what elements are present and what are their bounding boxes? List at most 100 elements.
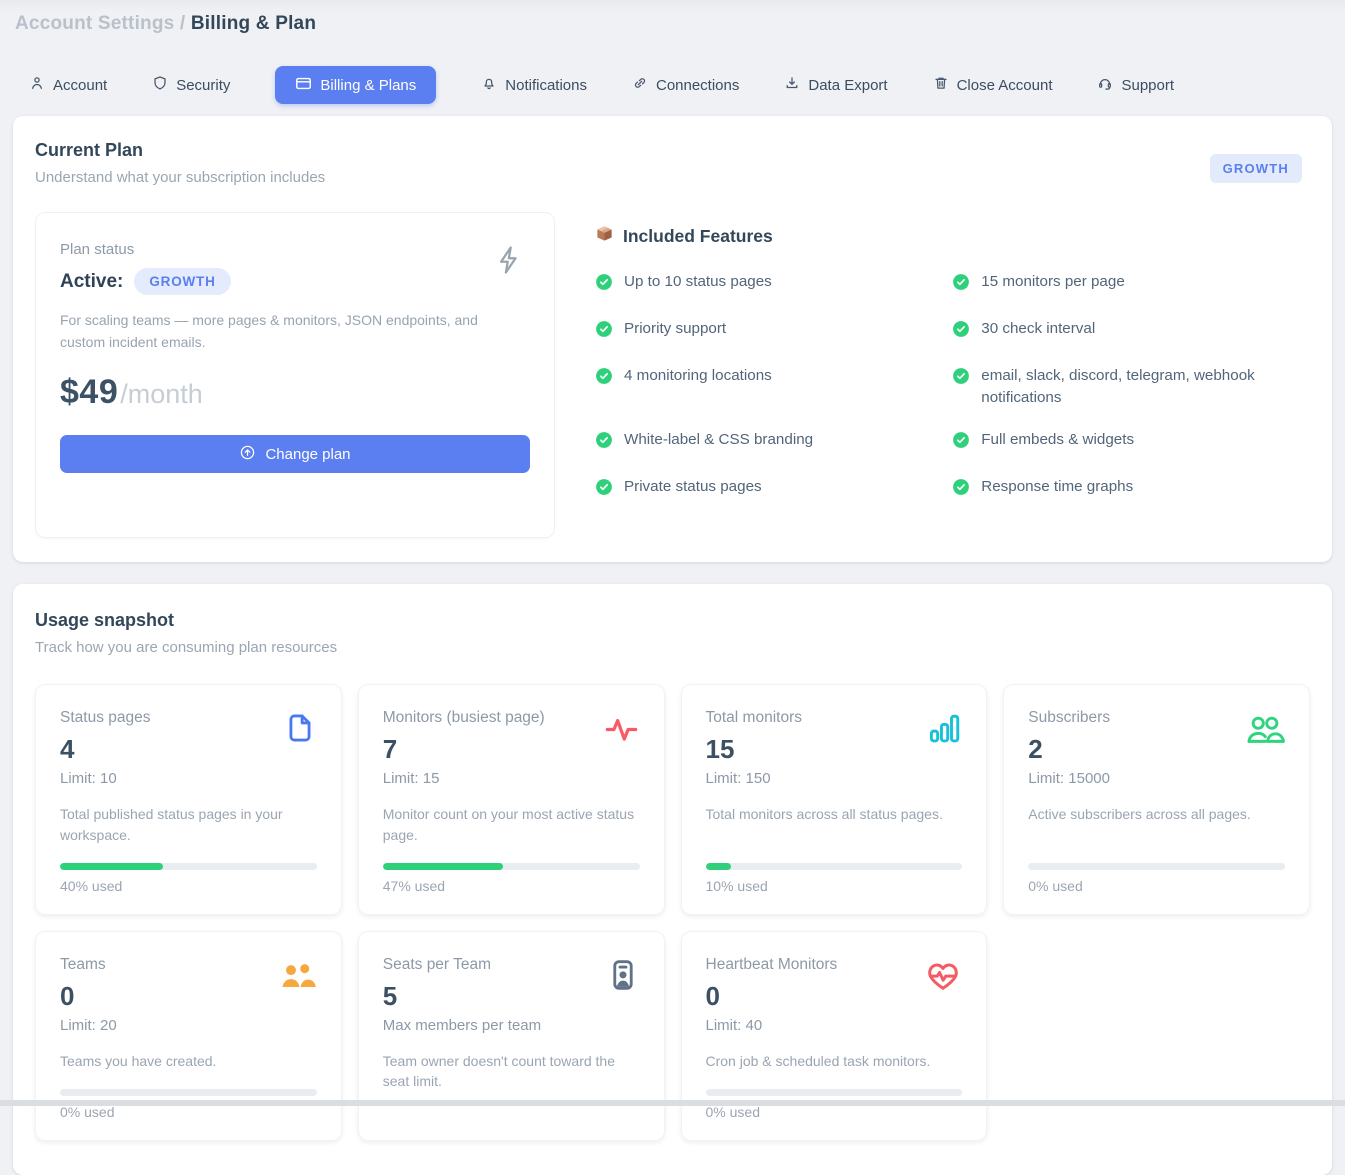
person-icon	[29, 75, 45, 95]
usage-percent-label: 0% used	[1028, 878, 1285, 894]
tab-connections[interactable]: Connections	[632, 75, 739, 95]
usage-label: Subscribers	[1028, 709, 1110, 727]
usage-grid: Status pages 4 Limit: 10 Total published…	[35, 684, 1310, 1141]
usage-description: Total published status pages in your wor…	[60, 804, 317, 845]
usage-percent-label: 40% used	[60, 878, 317, 894]
heart-pulse-icon	[924, 958, 962, 999]
usage-value: 2	[1028, 734, 1110, 765]
tab-billing-plans[interactable]: Billing & Plans	[275, 66, 436, 104]
usage-limit: Limit: 15	[383, 770, 545, 787]
feature-label: Up to 10 status pages	[624, 271, 772, 294]
breadcrumb-account-settings[interactable]: Account Settings /	[15, 13, 185, 34]
progress-track	[383, 863, 640, 870]
usage-label: Seats per Team	[383, 956, 541, 974]
current-plan-subtitle: Understand what your subscription includ…	[35, 169, 325, 186]
bar-chart-icon	[927, 711, 962, 751]
usage-card-subscribers: Subscribers 2 Limit: 15000 Active subscr…	[1003, 684, 1310, 915]
plan-status-badge: GROWTH	[134, 268, 230, 295]
change-plan-button[interactable]: Change plan	[60, 435, 530, 473]
page-title: Billing & Plan	[191, 13, 316, 34]
check-circle-icon	[952, 273, 970, 299]
credit-card-icon	[295, 75, 312, 96]
usage-title: Usage snapshot	[35, 610, 1310, 631]
check-circle-icon	[595, 478, 613, 504]
usage-description: Active subscribers across all pages.	[1028, 804, 1285, 824]
feature-label: email, slack, discord, telegram, webhook…	[981, 365, 1310, 411]
progress-track	[706, 863, 963, 870]
headset-icon	[1097, 75, 1113, 95]
lightning-bolt-icon	[492, 243, 526, 282]
tab-label: Support	[1121, 77, 1174, 94]
plan-status-box: Plan status Active: GROWTH For scaling t…	[35, 212, 555, 538]
tab-label: Data Export	[808, 77, 887, 94]
progress-track	[1028, 863, 1285, 870]
usage-percent-label: 10% used	[706, 878, 963, 894]
usage-percent-label: 47% used	[383, 878, 640, 894]
progress-fill	[706, 863, 732, 870]
usage-card-total-monitors: Total monitors 15 Limit: 150 Total monit…	[681, 684, 988, 915]
usage-card-teams: Teams 0 Limit: 20 Teams you have created…	[35, 931, 342, 1141]
feature-label: Priority support	[624, 318, 726, 341]
tab-close-account[interactable]: Close Account	[933, 75, 1053, 95]
tab-support[interactable]: Support	[1097, 75, 1174, 95]
package-icon	[595, 224, 614, 248]
usage-limit: Limit: 150	[706, 770, 802, 787]
tab-account[interactable]: Account	[29, 75, 107, 95]
users-outline-icon	[1245, 711, 1285, 754]
usage-label: Total monitors	[706, 709, 802, 727]
usage-value: 7	[383, 734, 545, 765]
usage-subtitle: Track how you are consuming plan resourc…	[35, 639, 1310, 656]
link-icon	[632, 75, 648, 95]
usage-limit: Limit: 40	[706, 1017, 838, 1034]
usage-card-status-pages: Status pages 4 Limit: 10 Total published…	[35, 684, 342, 915]
feature-label: 15 monitors per page	[981, 271, 1125, 294]
check-circle-icon	[595, 320, 613, 346]
pulse-icon	[603, 711, 640, 753]
feature-label: 4 monitoring locations	[624, 365, 772, 388]
feature-item: Full embeds & widgets	[952, 429, 1310, 457]
usage-percent-label: 0% used	[60, 1104, 317, 1120]
settings-tab-bar: Account Security Billing & Plans Notific…	[13, 66, 1332, 104]
usage-label: Teams	[60, 956, 117, 974]
feature-label: Response time graphs	[981, 476, 1133, 499]
plan-price: $49	[60, 373, 118, 412]
bell-icon	[481, 75, 497, 95]
change-plan-label: Change plan	[265, 446, 350, 463]
tab-data-export[interactable]: Data Export	[784, 75, 887, 95]
tab-label: Account	[53, 77, 107, 94]
included-features-title: Included Features	[623, 226, 773, 247]
feature-label: White-label & CSS branding	[624, 429, 813, 452]
plan-period: /month	[120, 379, 203, 410]
bottom-strip	[0, 1100, 1345, 1106]
tab-notifications[interactable]: Notifications	[481, 75, 587, 95]
plan-status-value: Active:	[60, 271, 123, 293]
current-plan-card: Current Plan Understand what your subscr…	[13, 116, 1332, 562]
feature-item: 30 check interval	[952, 318, 1310, 346]
feature-item: 15 monitors per page	[952, 271, 1310, 299]
trash-icon	[933, 75, 949, 95]
feature-item: Response time graphs	[952, 476, 1310, 504]
usage-card-monitors-busiest: Monitors (busiest page) 7 Limit: 15 Moni…	[358, 684, 665, 915]
billing-plan-page: Account Settings / Billing & Plan Accoun…	[0, 0, 1345, 1175]
usage-value: 0	[706, 981, 838, 1012]
feature-item: Private status pages	[595, 476, 926, 504]
tab-security[interactable]: Security	[152, 75, 230, 95]
usage-value: 0	[60, 981, 117, 1012]
usage-limit: Limit: 10	[60, 770, 150, 787]
plan-tier-badge: GROWTH	[1210, 154, 1302, 183]
tab-label: Security	[176, 77, 230, 94]
id-badge-icon	[606, 958, 640, 997]
download-icon	[784, 75, 800, 95]
feature-label: Private status pages	[624, 476, 762, 499]
usage-description: Monitor count on your most active status…	[383, 804, 640, 845]
usage-card-heartbeat-monitors: Heartbeat Monitors 0 Limit: 40 Cron job …	[681, 931, 988, 1141]
usage-description: Teams you have created.	[60, 1051, 317, 1071]
usage-percent-label: 0% used	[706, 1104, 963, 1120]
check-circle-icon	[952, 478, 970, 504]
feature-label: 30 check interval	[981, 318, 1095, 341]
progress-track	[60, 1089, 317, 1096]
usage-limit: Limit: 15000	[1028, 770, 1110, 787]
progress-fill	[60, 863, 163, 870]
current-plan-title: Current Plan	[35, 140, 325, 161]
usage-value: 5	[383, 981, 541, 1012]
